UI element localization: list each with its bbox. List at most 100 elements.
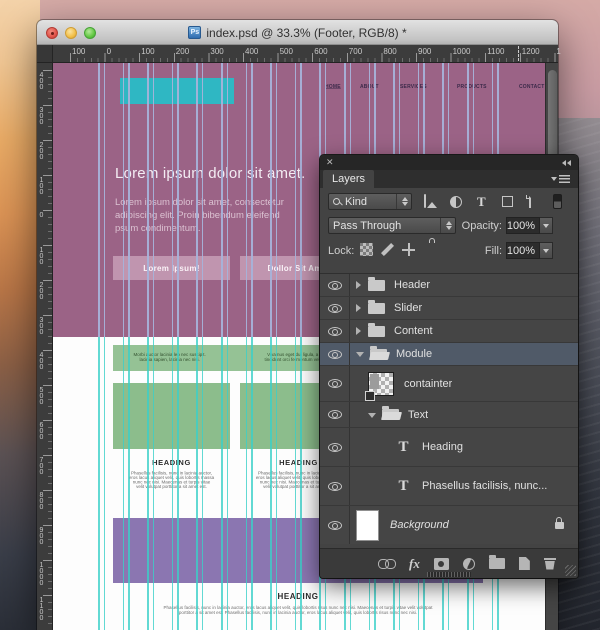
- layer-name[interactable]: Background: [390, 519, 449, 531]
- ruler-label: 100: [141, 47, 155, 56]
- filter-shape-icon[interactable]: [502, 196, 513, 207]
- link-layers-icon[interactable]: [378, 559, 396, 569]
- window-title: index.psd @ 33.3% (Footer, RGB/8) *: [206, 25, 407, 40]
- ruler-label: 1: [556, 47, 561, 56]
- filter-toggle-switch[interactable]: [553, 194, 562, 209]
- window-titlebar[interactable]: Ps index.psd @ 33.3% (Footer, RGB/8) *: [37, 20, 558, 45]
- ruler-label: 100: [38, 177, 45, 195]
- layer-row[interactable]: T Phasellus facilisis, nunc...: [320, 467, 578, 506]
- layer-name[interactable]: Text: [408, 409, 428, 421]
- layer-thumbnail[interactable]: [356, 509, 379, 541]
- layer-name[interactable]: Slider: [394, 302, 422, 314]
- disclosure-triangle-icon[interactable]: [356, 281, 361, 289]
- layer-name[interactable]: Header: [394, 279, 430, 291]
- visibility-toggle[interactable]: [320, 467, 350, 505]
- ruler-label: 400: [38, 72, 45, 90]
- guide-line: [98, 337, 100, 630]
- hero-paragraph-line: adipiscing elit. Proin bibendum eleifend: [115, 210, 280, 221]
- window-title-area: Ps index.psd @ 33.3% (Footer, RGB/8) *: [37, 20, 558, 45]
- ruler-label: 500: [279, 47, 293, 56]
- lock-position-icon[interactable]: [402, 243, 415, 256]
- lock-transparency-icon[interactable]: [360, 243, 373, 256]
- panel-collapse-icon[interactable]: [562, 159, 571, 166]
- ruler-label: 100: [38, 247, 45, 265]
- column-heading: HEADING: [152, 458, 191, 467]
- eye-icon: [327, 303, 342, 313]
- new-group-icon[interactable]: [488, 555, 505, 569]
- visibility-toggle[interactable]: [320, 402, 350, 427]
- layer-name[interactable]: containter: [404, 378, 452, 390]
- layer-row[interactable]: T Heading: [320, 428, 578, 467]
- ruler-label: 0: [106, 47, 112, 56]
- visibility-toggle[interactable]: [320, 428, 350, 466]
- nav-item: SERVICES: [400, 84, 427, 90]
- add-layer-mask-icon[interactable]: [433, 557, 449, 570]
- layer-row[interactable]: Slider: [320, 297, 578, 320]
- visibility-toggle[interactable]: [320, 506, 350, 544]
- panel-header-bar[interactable]: ✕: [320, 155, 578, 170]
- visibility-toggle[interactable]: [320, 274, 350, 296]
- ruler-label: 800: [38, 492, 45, 510]
- filter-smartobject-icon[interactable]: [529, 194, 531, 208]
- vertical-ruler[interactable]: 400 300 200 100 0 100 200 300 400 500 600 700 800 900…: [37, 63, 53, 630]
- delete-layer-icon[interactable]: [543, 557, 556, 570]
- filter-type-icon[interactable]: T: [477, 195, 486, 208]
- layer-row[interactable]: Background: [320, 506, 578, 544]
- guide-line: [294, 63, 297, 337]
- filter-adjustment-icon[interactable]: [450, 196, 462, 208]
- ruler-label: 900: [38, 527, 45, 545]
- ruler-label: 300: [210, 47, 224, 56]
- layer-styles-fx-icon[interactable]: fx: [409, 557, 420, 570]
- layer-name[interactable]: Module: [396, 348, 432, 360]
- layer-row[interactable]: Content: [320, 320, 578, 343]
- panel-menu-icon[interactable]: [551, 175, 570, 183]
- disclosure-triangle-icon[interactable]: [356, 304, 361, 312]
- hero-heading: Lorem ipsum dolor sit amet.: [115, 165, 306, 182]
- layer-row[interactable]: Text: [320, 402, 578, 428]
- filter-kind-label: Kind: [345, 195, 368, 208]
- guide-line: [300, 63, 302, 337]
- ruler-label: 300: [38, 317, 45, 335]
- adjustment-layer-icon[interactable]: [462, 557, 475, 570]
- disclosure-triangle-icon[interactable]: [356, 327, 361, 335]
- layer-thumbnail[interactable]: [365, 371, 394, 401]
- ruler-corner[interactable]: [37, 45, 53, 63]
- visibility-toggle[interactable]: [320, 320, 350, 342]
- panel-drag-grip[interactable]: [427, 572, 471, 577]
- ruler-label: 300: [38, 107, 45, 125]
- opacity-dropdown-arrow[interactable]: [540, 217, 553, 234]
- visibility-toggle[interactable]: [320, 297, 350, 319]
- ruler-label: 1200: [521, 47, 540, 56]
- type-layer-icon: T: [398, 438, 409, 455]
- visibility-toggle[interactable]: [320, 343, 350, 365]
- visibility-toggle[interactable]: [320, 366, 350, 401]
- kind-filter-dropdown[interactable]: Kind: [328, 193, 412, 210]
- ruler-label: 900: [418, 47, 432, 56]
- layer-name[interactable]: Content: [394, 325, 433, 337]
- horizontal-ruler[interactable]: 100 0 100 200 300 400 500 600 700 800 900 1000 1100 1…: [37, 45, 561, 63]
- layer-list: Header Slider Content Module containter Text T…: [320, 273, 578, 544]
- lock-pixels-icon[interactable]: [381, 243, 394, 256]
- blend-mode-dropdown[interactable]: Pass Through: [328, 217, 456, 234]
- panel-tab-layers[interactable]: Layers: [323, 170, 375, 188]
- new-layer-icon[interactable]: [518, 557, 530, 570]
- intro-band-text: Morbi auctor lacinia leo nec suscipit. la…: [133, 352, 206, 362]
- filter-image-icon[interactable]: [424, 194, 426, 208]
- layer-name[interactable]: Heading: [422, 441, 463, 453]
- eye-icon: [327, 442, 342, 452]
- disclosure-triangle-icon[interactable]: [368, 412, 376, 418]
- fill-value[interactable]: 100%: [506, 242, 540, 259]
- layer-row[interactable]: Header: [320, 274, 578, 297]
- type-layer-icon: T: [398, 477, 409, 494]
- fill-dropdown-arrow[interactable]: [540, 242, 553, 259]
- panel-resize-grip[interactable]: [565, 565, 576, 576]
- layer-row[interactable]: Module: [320, 343, 578, 366]
- footer-paragraph: Phasellus facilisis, nunc in lacinia auc…: [63, 605, 533, 627]
- panel-close-icon[interactable]: ✕: [326, 157, 334, 168]
- layer-row[interactable]: containter: [320, 366, 578, 402]
- disclosure-triangle-icon[interactable]: [356, 352, 364, 357]
- ruler-label: 100: [72, 47, 86, 56]
- layer-name[interactable]: Phasellus facilisis, nunc...: [422, 480, 547, 492]
- opacity-value[interactable]: 100%: [506, 217, 540, 234]
- nav-item: CONTACT: [519, 84, 545, 90]
